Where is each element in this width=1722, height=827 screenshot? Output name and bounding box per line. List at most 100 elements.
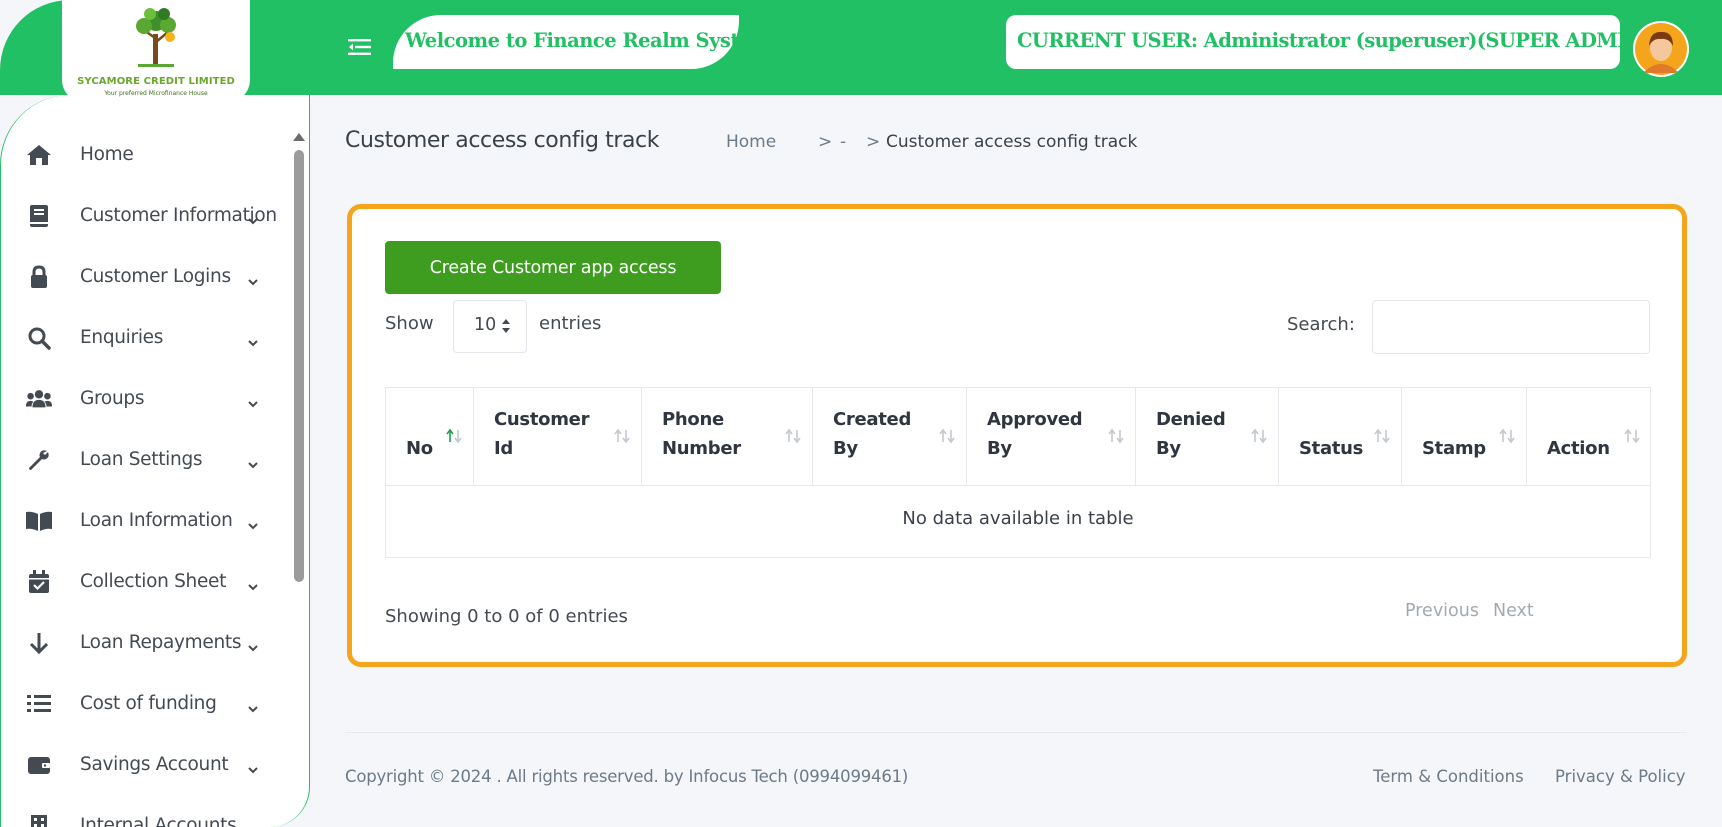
create-customer-app-access-button[interactable]: Create Customer app access [385,241,721,294]
list-icon [25,692,53,716]
sidebar-item-label: Internal Accounts [80,815,237,827]
sidebar-item-loan-repayments[interactable]: Loan Repayments [1,621,293,665]
column-header[interactable]: Customer Id [474,388,642,486]
column-header-label: Phone Number [662,405,741,463]
sidebar-item-label: Enquiries [80,327,164,348]
scroll-up-arrow-icon[interactable] [292,128,306,141]
breadcrumb-current: Customer access config track [886,132,1138,152]
sort-icon [1623,428,1641,444]
company-name: SYCAMORE CREDIT LIMITED [77,76,235,87]
column-header-line: Phone [662,409,724,430]
sidebar-item-cost-of-funding[interactable]: Cost of funding [1,682,293,726]
breadcrumb-middle: - [840,132,847,152]
sidebar-item-home[interactable]: Home [1,133,293,177]
sort-updown-icon [501,318,511,334]
company-logo[interactable]: SYCAMORE CREDIT LIMITED Your preferred M… [62,0,250,102]
column-header-label: Approved By [987,405,1083,463]
sidebar-item-loan-settings[interactable]: Loan Settings [1,438,293,482]
user-avatar[interactable] [1633,21,1689,77]
column-header[interactable]: Created By [813,388,967,486]
column-header-line: By [987,438,1012,459]
sidebar: Home Customer Information Customer Login… [0,95,310,827]
search-input[interactable] [1372,300,1650,354]
pagination-previous[interactable]: Previous [1405,601,1479,621]
welcome-banner: Welcome to Finance Realm System [393,15,771,69]
sidebar-item-label: Cost of funding [80,693,217,714]
open-book-icon [25,509,53,533]
breadcrumb-home-link[interactable]: Home [726,132,776,152]
sidebar-item-label: Groups [80,388,145,409]
chevron-down-icon [247,211,259,225]
column-header-line: By [833,438,858,459]
column-header-label: No [406,434,433,463]
column-header[interactable]: Approved By [967,388,1136,486]
home-icon [25,143,53,167]
footer-terms-link[interactable]: Term & Conditions [1373,767,1524,786]
column-header-line: By [1156,438,1181,459]
chevron-down-icon [247,272,259,286]
sidebar-panel: Home Customer Information Customer Login… [0,95,310,827]
column-header[interactable]: Denied By [1136,388,1279,486]
column-header[interactable]: Stamp [1402,388,1527,486]
sort-icon [784,428,802,444]
footer-copyright: Copyright © 2024 . All rights reserved. … [345,767,909,786]
chevron-down-icon [247,333,259,347]
lock-icon [25,265,53,289]
column-header[interactable]: Phone Number [642,388,813,486]
column-header-label: Status [1299,434,1363,463]
table-empty-row: No data available in table [386,486,1650,557]
breadcrumb-separator: > [818,132,833,152]
column-header-line: Id [494,438,513,459]
sort-ascending-icon [445,428,463,444]
column-header[interactable]: Status [1279,388,1402,486]
sidebar-item-groups[interactable]: Groups [1,377,293,421]
column-header-line: Approved [987,409,1083,430]
column-header-label: Customer Id [494,405,589,463]
hamburger-icon[interactable] [348,36,372,58]
tree-logo-icon [126,4,186,70]
entries-label: entries [539,313,602,334]
building-icon [25,814,53,827]
sidebar-item-savings-account[interactable]: Savings Account [1,743,293,787]
sidebar-item-internal-accounts[interactable]: Internal Accounts [1,804,293,827]
wrench-icon [25,448,53,472]
chevron-down-icon [247,516,259,530]
column-header-line: Created [833,409,912,430]
chevron-down-icon [247,394,259,408]
top-bar: Welcome to Finance Realm System CURRENT … [0,0,1722,95]
sort-icon [1498,428,1516,444]
sidebar-item-label: Savings Account [80,754,229,775]
column-header-line: Status [1299,438,1364,459]
chevron-down-icon [247,699,259,713]
sidebar-item-enquiries[interactable]: Enquiries [1,316,293,360]
content-card: Create Customer app access Show 10 entri… [347,204,1687,667]
column-header[interactable]: Action [1527,388,1651,486]
column-header-line: No [406,438,433,459]
column-header-line: Number [662,438,741,459]
sidebar-scrollbar[interactable] [294,150,304,582]
pagination-next[interactable]: Next [1493,601,1534,621]
column-header-label: Action [1547,434,1610,463]
sidebar-item-label: Home [80,144,134,165]
empty-table-message: No data available in table [902,508,1134,529]
sort-icon [1373,428,1391,444]
column-header-line: Customer [494,409,590,430]
sidebar-item-collection-sheet[interactable]: Collection Sheet [1,560,293,604]
sidebar-item-loan-information[interactable]: Loan Information [1,499,293,543]
current-user-text: CURRENT USER: Administrator (superuser)(… [1017,29,1652,52]
column-header-line: Denied [1156,409,1226,430]
arrow-down-icon [25,631,53,655]
chevron-down-icon [247,821,259,827]
access-config-table: No Customer Id Phone Number Created By Approved… [385,387,1651,558]
entries-per-page-select[interactable]: 10 [453,300,527,353]
sidebar-item-customer-logins[interactable]: Customer Logins [1,255,293,299]
book-icon [25,204,53,228]
sidebar-item-customer-information[interactable]: Customer Information [1,194,293,238]
show-label: Show [385,313,434,334]
footer-privacy-link[interactable]: Privacy & Policy [1555,767,1686,786]
calendar-check-icon [25,570,53,594]
column-header-label: Stamp [1422,434,1486,463]
chevron-down-icon [247,455,259,469]
column-header[interactable]: No [386,388,474,486]
breadcrumb-separator: > [866,132,881,152]
